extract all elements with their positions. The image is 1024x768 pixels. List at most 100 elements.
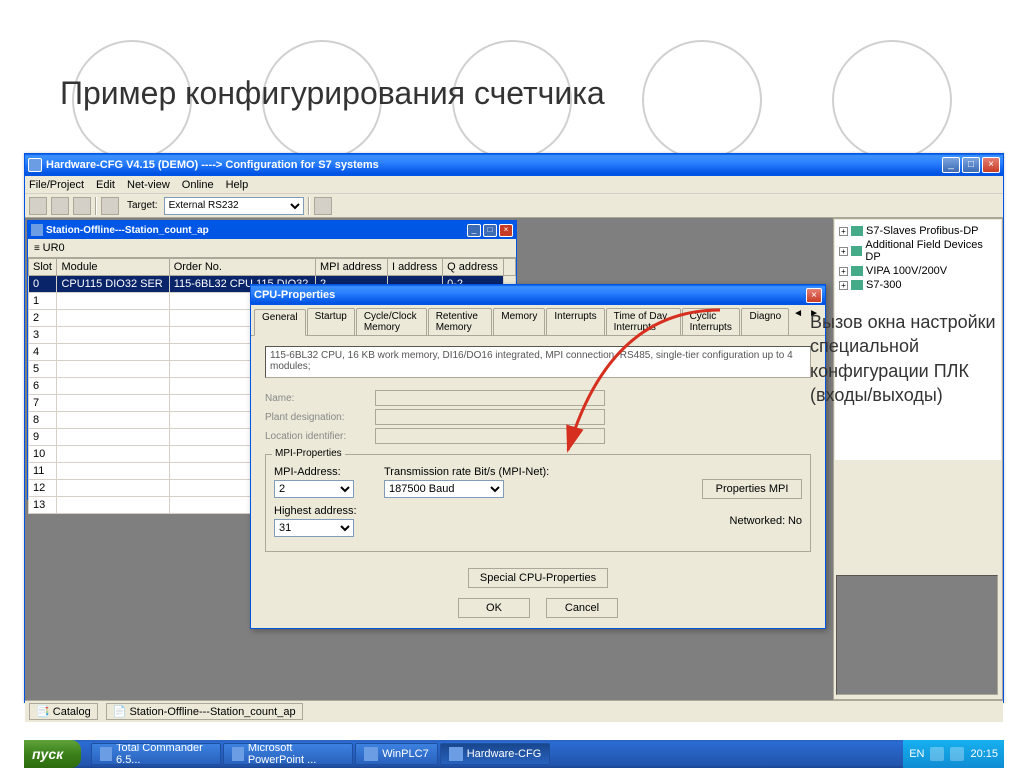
app-icon [232, 747, 244, 761]
dialog-tabs: General Startup Cycle/Clock Memory Reten… [251, 305, 825, 336]
tab-cycle[interactable]: Cycle/Clock Memory [356, 308, 427, 335]
tree-expand-icon[interactable]: + [839, 247, 848, 256]
taskbar: пуск Total Commander 6.5...Microsoft Pow… [24, 740, 1004, 768]
start-button[interactable]: пуск [24, 740, 81, 768]
tab-content: 115-6BL32 CPU, 16 KB work memory, DI16/D… [251, 336, 825, 598]
col-qaddr: Q address [443, 259, 504, 276]
app-titlebar: Hardware-CFG V4.15 (DEMO) ----> Configur… [25, 154, 1003, 176]
cpu-properties-dialog: CPU-Properties × General Startup Cycle/C… [250, 284, 826, 629]
catalog-panel: +S7-Slaves Profibus-DP+Additional Field … [833, 218, 1003, 700]
tab-interrupts[interactable]: Interrupts [546, 308, 604, 335]
annotation-text: Вызов окна настройки специальной конфигу… [810, 310, 1005, 407]
tool-icon[interactable] [314, 197, 332, 215]
plant-input[interactable] [375, 409, 605, 425]
status-station[interactable]: 📄 Station-Offline---Station_count_ap [106, 703, 303, 720]
mpi-rate-label: Transmission rate Bit/s (MPI-Net): [384, 466, 549, 478]
tool-icon[interactable] [73, 197, 91, 215]
slide-title: Пример конфигурирования счетчика [60, 75, 605, 112]
app-icon [364, 747, 378, 761]
tree-item[interactable]: +Additional Field Devices DP [839, 238, 997, 264]
menu-online[interactable]: Online [182, 179, 214, 191]
tree-expand-icon[interactable]: + [839, 267, 848, 276]
lang-indicator[interactable]: EN [909, 748, 924, 760]
networked-label: Networked: [730, 515, 786, 527]
station-maximize-button[interactable]: □ [483, 224, 497, 237]
tree-item[interactable]: +S7-300 [839, 278, 997, 292]
taskbar-item[interactable]: WinPLC7 [355, 743, 437, 765]
plant-label: Plant designation: [265, 412, 375, 423]
tree-expand-icon[interactable]: + [839, 281, 848, 290]
networked-value: No [788, 515, 802, 527]
special-cpu-properties-button[interactable]: Special CPU-Properties [468, 568, 608, 588]
tray-icon[interactable] [930, 747, 944, 761]
dialog-close-button[interactable]: × [806, 288, 822, 303]
name-input[interactable] [375, 390, 605, 406]
tree-item[interactable]: +S7-Slaves Profibus-DP [839, 224, 997, 238]
preview-box [836, 575, 998, 695]
tab-cyclic[interactable]: Cyclic Interrupts [682, 308, 741, 335]
folder-icon [851, 226, 863, 236]
tab-diagno[interactable]: Diagno [741, 308, 789, 335]
tab-startup[interactable]: Startup [307, 308, 355, 335]
app-icon [28, 158, 42, 172]
tree-expand-icon[interactable]: + [839, 227, 848, 236]
close-button[interactable]: × [982, 157, 1000, 173]
cancel-button[interactable]: Cancel [546, 598, 618, 618]
properties-mpi-button[interactable]: Properties MPI [702, 479, 802, 499]
target-select[interactable]: External RS232 [164, 197, 304, 215]
app-title: Hardware-CFG V4.15 (DEMO) ----> Configur… [46, 159, 942, 171]
station-titlebar: Station-Offline---Station_count_ap _ □ × [28, 221, 516, 239]
tool-icon[interactable] [29, 197, 47, 215]
col-order: Order No. [169, 259, 315, 276]
col-module: Module [57, 259, 169, 276]
system-tray: EN 20:15 [903, 740, 1004, 768]
station-title: Station-Offline---Station_count_ap [46, 225, 465, 236]
location-input[interactable] [375, 428, 605, 444]
highest-addr-select[interactable]: 31 [274, 519, 354, 537]
minimize-button[interactable]: _ [942, 157, 960, 173]
tab-general[interactable]: General [254, 309, 306, 336]
folder-icon [851, 246, 863, 256]
taskbar-item[interactable]: Total Commander 6.5... [91, 743, 221, 765]
tray-icon[interactable] [950, 747, 964, 761]
app-window: Hardware-CFG V4.15 (DEMO) ----> Configur… [24, 153, 1004, 703]
app-icon [449, 747, 463, 761]
app-statusbar: 📑 Catalog 📄 Station-Offline---Station_co… [25, 700, 1003, 722]
station-minimize-button[interactable]: _ [467, 224, 481, 237]
tab-scroll-left[interactable]: ◄ [790, 308, 806, 335]
dialog-title: CPU-Properties [254, 289, 806, 301]
tab-retentive[interactable]: Retentive Memory [428, 308, 493, 335]
taskbar-item[interactable]: Hardware-CFG [440, 743, 551, 765]
toolbar: Target: External RS232 [25, 194, 1003, 218]
menu-netview[interactable]: Net-view [127, 179, 170, 191]
tree-item[interactable]: +VIPA 100V/200V [839, 264, 997, 278]
station-close-button[interactable]: × [499, 224, 513, 237]
cpu-description: 115-6BL32 CPU, 16 KB work memory, DI16/D… [265, 346, 811, 378]
menu-file[interactable]: File/Project [29, 179, 84, 191]
menu-help[interactable]: Help [226, 179, 249, 191]
rack-label: ≡ UR0 [28, 239, 516, 258]
ok-button[interactable]: OK [458, 598, 530, 618]
app-icon [100, 747, 112, 761]
clock[interactable]: 20:15 [970, 748, 998, 760]
taskbar-item[interactable]: Microsoft PowerPoint ... [223, 743, 353, 765]
maximize-button[interactable]: □ [962, 157, 980, 173]
tab-tod[interactable]: Time of Day Interrupts [606, 308, 681, 335]
tool-icon[interactable] [51, 197, 69, 215]
dialog-titlebar: CPU-Properties × [251, 285, 825, 305]
target-label: Target: [127, 200, 158, 211]
tool-icon[interactable] [101, 197, 119, 215]
station-icon [31, 224, 43, 236]
name-label: Name: [265, 393, 375, 404]
tab-memory[interactable]: Memory [493, 308, 545, 335]
folder-icon [851, 280, 863, 290]
col-iaddr: I address [387, 259, 442, 276]
mpi-group: MPI-Properties MPI-Address: 2 Transmissi… [265, 454, 811, 552]
mpi-addr-select[interactable]: 2 [274, 480, 354, 498]
highest-addr-label: Highest address: [274, 505, 357, 517]
menu-edit[interactable]: Edit [96, 179, 115, 191]
mpi-group-title: MPI-Properties [272, 448, 345, 459]
status-catalog[interactable]: 📑 Catalog [29, 703, 98, 720]
col-slot: Slot [29, 259, 57, 276]
mpi-rate-select[interactable]: 187500 Baud [384, 480, 504, 498]
